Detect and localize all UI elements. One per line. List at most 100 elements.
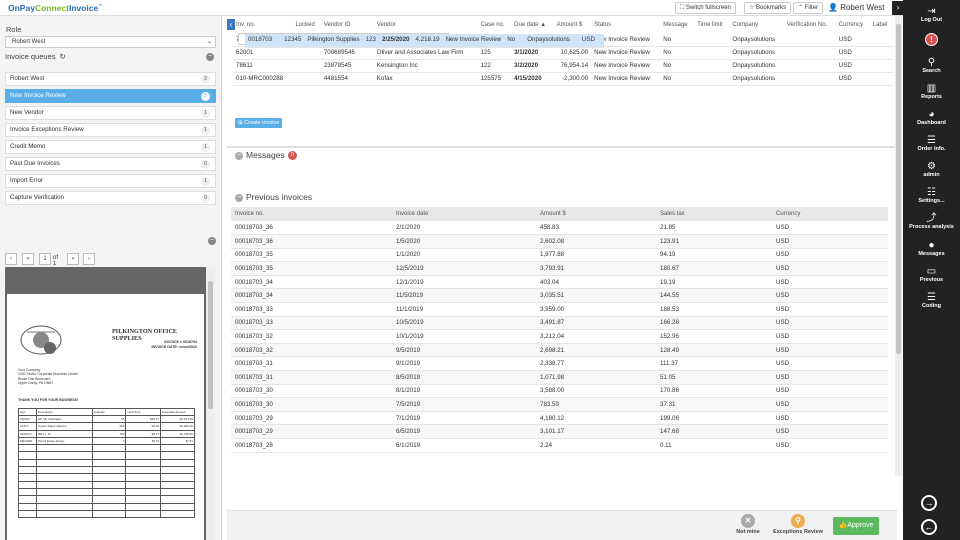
- cell-inv[interactable]: 62001: [233, 46, 293, 60]
- queue-item[interactable]: New Vendor 1: [5, 106, 216, 120]
- previous-invoices-header[interactable]: − Previous invoices: [235, 192, 312, 202]
- pager-prev-button[interactable]: ‹: [5, 253, 17, 265]
- queue-item[interactable]: Invoice Exceptions Review 1: [5, 123, 216, 137]
- refresh-icon[interactable]: ↻: [60, 52, 66, 61]
- pager-page-input[interactable]: 1: [39, 253, 51, 265]
- previous-invoice-row[interactable]: 00018703_31 8/5/2019 1,071.98 51.05 USD: [231, 370, 888, 385]
- doc-cell: [125, 451, 162, 460]
- column-header[interactable]: Time limit: [694, 17, 729, 33]
- column-header[interactable]: Message: [660, 17, 694, 33]
- app-logo[interactable]: OnPayConnectInvoice™: [8, 3, 102, 13]
- alert-button[interactable]: !: [903, 33, 960, 46]
- column-header[interactable]: Case no.: [478, 17, 512, 33]
- previous-invoice-row[interactable]: 00018703_32 9/5/2019 2,698.21 128.49 USD: [231, 343, 888, 358]
- previous-invoice-row[interactable]: 00018703_34 12/1/2019 403.04 19.19 USD: [231, 275, 888, 290]
- column-header[interactable]: Invoice no.: [231, 207, 392, 221]
- viewer-scroll-thumb[interactable]: [208, 281, 213, 409]
- previous-invoice-row[interactable]: 00018703_35 12/5/2019 3,793.91 180.67 USD: [231, 261, 888, 276]
- logout-button[interactable]: ⇥ Log Out: [903, 6, 960, 23]
- column-header[interactable]: Currency: [836, 17, 870, 33]
- role-select[interactable]: Robert West ⌄: [5, 36, 216, 48]
- cell-inv[interactable]: 010-MRC000288: [233, 72, 293, 86]
- column-header[interactable]: Company: [729, 17, 783, 33]
- column-header[interactable]: Locked: [292, 17, 320, 33]
- queue-item[interactable]: Robert West 2: [5, 72, 216, 86]
- main-scroll-thumb[interactable]: [896, 24, 901, 354]
- previous-invoice-row[interactable]: 00018703_31 9/1/2019 2,338.77 111.37 USD: [231, 356, 888, 372]
- approve-button[interactable]: 👍Approve: [833, 517, 879, 535]
- column-header[interactable]: Verification No.: [784, 17, 836, 33]
- table-icon: ☰: [927, 292, 936, 303]
- filter-button[interactable]: ⌃ Filter: [793, 2, 824, 14]
- dashboard-button[interactable]: ◕ Dashboard: [903, 109, 960, 126]
- previous-invoice-row[interactable]: 00018703_36 2/1/2020 458.83 21.85 USD: [231, 221, 888, 236]
- coding-button[interactable]: ☰ Coding: [903, 292, 960, 309]
- queue-item[interactable]: Import Error 1: [5, 174, 216, 188]
- previous-invoice-row[interactable]: 00018703_29 7/1/2019 4,180.12 199.06 USD: [231, 411, 888, 426]
- column-header[interactable]: Vendor: [374, 17, 478, 33]
- cell: 11/1/2019: [392, 302, 536, 317]
- queue-item[interactable]: Capture Verification 0: [5, 191, 216, 205]
- column-header[interactable]: Inv. no.: [233, 17, 292, 33]
- previous-invoice-row[interactable]: 00018703_30 8/1/2019 3,588.00 170.86 USD: [231, 384, 888, 399]
- queue-item[interactable]: New Invoice Review 5: [5, 89, 216, 103]
- user-menu[interactable]: 👤 Robert West: [828, 3, 885, 12]
- messages-nav-button[interactable]: ● Messages: [903, 240, 960, 257]
- column-header[interactable]: Label: [870, 17, 893, 33]
- admin-button[interactable]: ⚙ admin: [903, 161, 960, 178]
- pager-next-button[interactable]: ›: [83, 253, 95, 265]
- back-arrow-icon[interactable]: ←: [921, 519, 937, 535]
- reports-button[interactable]: ▥ Reports: [903, 83, 960, 100]
- previous-invoice-row[interactable]: 00018703_36 1/5/2020 2,602.08 123.91 USD: [231, 234, 888, 249]
- column-header[interactable]: Status: [591, 17, 660, 33]
- create-invoice-button[interactable]: ⊞ Create invoice: [235, 118, 283, 128]
- previous-invoice-row[interactable]: 00018703_28 6/1/2019 2.24 0.11 USD: [231, 438, 888, 453]
- collapse-icon[interactable]: −: [206, 53, 214, 61]
- cell-inv[interactable]: 0018703: [245, 34, 276, 48]
- search-button[interactable]: ⚲ Search: [903, 57, 960, 74]
- previous-invoice-row[interactable]: 00018703_33 10/5/2019 3,491.87 166.28 USD: [231, 316, 888, 331]
- exceptions-review-button[interactable]: ⚲ Exceptions Review: [770, 514, 826, 535]
- process-analysis-button[interactable]: ⤴ Process analysis: [903, 213, 960, 230]
- queue-item[interactable]: Past Due Invoices 0: [5, 157, 216, 171]
- doc-line-row: [18, 444, 195, 453]
- invoice-row[interactable]: 62001 700689546 Oliver and Associates Law …: [233, 46, 893, 60]
- invoice-row[interactable]: 78611 23879545 Kensington Inc 122 3/2/2020 76…: [233, 59, 893, 73]
- invoice-row[interactable]: 010-MRC000288 4481554 Kofax 125575 4/15/2020…: [233, 72, 893, 86]
- bookmarks-button[interactable]: ☆ Bookmarks: [744, 2, 792, 14]
- pager-last-button[interactable]: »: [67, 253, 79, 265]
- doc-line-row: [18, 480, 195, 489]
- previous-invoice-row[interactable]: 00018703_29 6/5/2019 3,101.17 147.68 USD: [231, 424, 888, 439]
- column-header[interactable]: Currency: [772, 207, 888, 221]
- column-header[interactable]: Amount $: [554, 17, 592, 33]
- previous-invoice-row[interactable]: 00018703_30 7/5/2019 783.59 37.31 USD: [231, 397, 888, 412]
- column-header[interactable]: Invoice date: [392, 207, 536, 221]
- previous-invoice-row[interactable]: 00018703_33 11/1/2019 3,959.00 188.53 USD: [231, 302, 888, 317]
- collapse-right-icon[interactable]: ›: [892, 1, 904, 15]
- column-header[interactable]: Due date ▲: [511, 17, 554, 33]
- collapse-viewer-icon[interactable]: −: [208, 237, 216, 245]
- messages-section-header[interactable]: − Messages 0: [235, 150, 297, 161]
- queue-item[interactable]: Credit Memo 1: [5, 140, 216, 154]
- previous-button[interactable]: ▭ Previous: [903, 266, 960, 283]
- column-header[interactable]: Vendor ID: [321, 17, 374, 33]
- invoice-row[interactable]: 0018703 12345 Pilkington Supplies 123 2/25/2…: [238, 33, 604, 48]
- admin-label: admin: [923, 172, 940, 178]
- pane-divider[interactable]: [227, 146, 895, 148]
- viewer-scrollbar[interactable]: [206, 267, 215, 540]
- next-arrow-icon[interactable]: →: [921, 495, 937, 511]
- previous-invoice-row[interactable]: 00018703_32 10/1/2019 3,212.04 152.96 USD: [231, 329, 888, 344]
- pager-first-button[interactable]: «: [22, 253, 34, 265]
- cell-inv[interactable]: 78611: [233, 59, 293, 73]
- previous-table-header: Invoice no. Invoice date Amount $ Sales tax…: [231, 207, 888, 221]
- not-mine-button[interactable]: ✕ Not mine: [733, 514, 763, 535]
- column-header[interactable]: Amount $: [536, 207, 656, 221]
- order-info-button[interactable]: ☰ Order info.: [903, 135, 960, 152]
- previous-invoice-row[interactable]: 00018703_34 11/5/2019 3,035.51 144.55 USD: [231, 288, 888, 304]
- main-scrollbar[interactable]: [895, 16, 902, 476]
- previous-invoice-row[interactable]: 00018703_35 1/1/2020 1,977.88 94.19 USD: [231, 248, 888, 263]
- settings-button[interactable]: ☷ Settings...: [903, 187, 960, 204]
- switch-fullscreen-button[interactable]: ⛶ Switch fullscreen: [675, 2, 736, 14]
- column-header[interactable]: Sales tax: [656, 207, 772, 221]
- search-icon: ⚲: [927, 57, 936, 68]
